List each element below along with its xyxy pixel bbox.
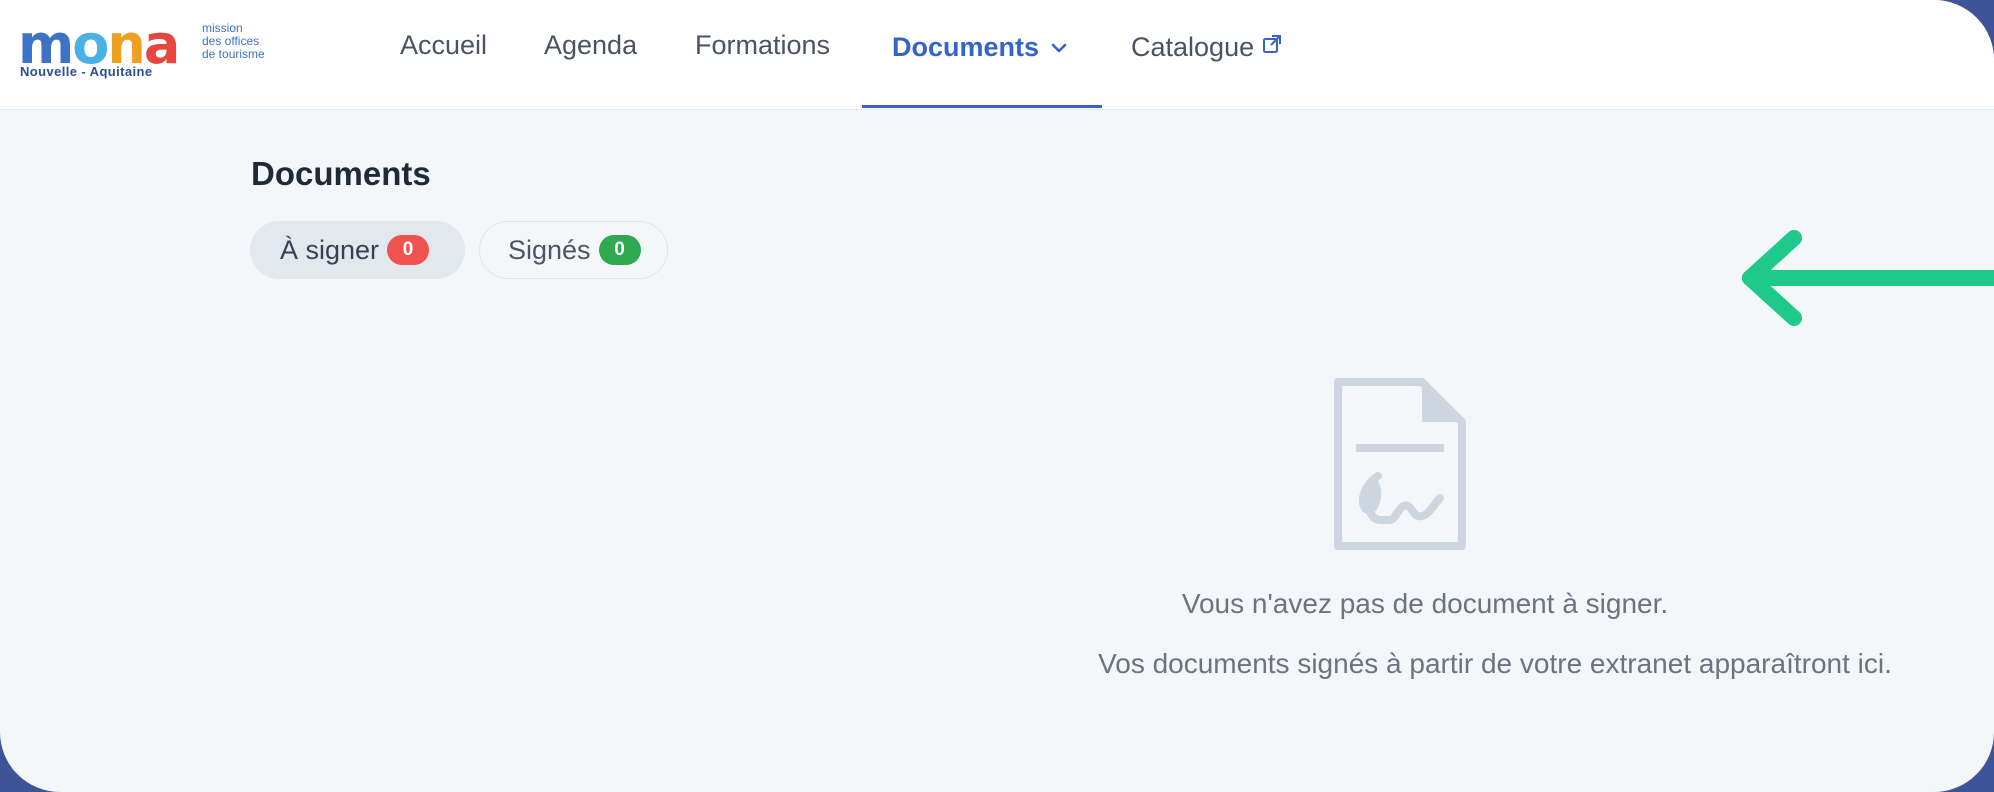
mona-logo[interactable]: mona Nouvelle - Aquitaine mission des of… bbox=[18, 18, 298, 80]
chevron-down-icon bbox=[1051, 30, 1067, 61]
logo-subtitle: Nouvelle - Aquitaine bbox=[20, 64, 153, 79]
tab-signes-label: Signés bbox=[508, 234, 591, 265]
empty-state-message: Vous n'avez pas de document à signer. bbox=[925, 588, 1925, 620]
top-navbar: mona Nouvelle - Aquitaine mission des of… bbox=[0, 0, 1994, 110]
nav-item-documents[interactable]: Documents bbox=[892, 30, 1067, 63]
tab-signes[interactable]: Signés 0 bbox=[479, 221, 668, 279]
tab-a-signer[interactable]: À signer 0 bbox=[250, 221, 465, 279]
nav-item-agenda[interactable]: Agenda bbox=[544, 30, 637, 61]
empty-state-line-2: Vos documents signés à partir de votre e… bbox=[1098, 648, 1892, 679]
left-arrow-icon bbox=[1730, 228, 1994, 333]
logo-tagline: mission des offices de tourisme bbox=[202, 22, 265, 61]
logo-tagline-line: de tourisme bbox=[202, 47, 265, 61]
nav-item-documents-label: Documents bbox=[892, 32, 1040, 62]
signed-document-icon bbox=[1330, 378, 1466, 555]
empty-state-line-1: Vous n'avez pas de document à signer. bbox=[1181, 588, 1669, 619]
count-badge-a-signer: 0 bbox=[387, 235, 430, 265]
page-title: Documents bbox=[251, 155, 431, 192]
external-link-icon bbox=[1262, 30, 1282, 61]
nav-item-formations[interactable]: Formations bbox=[695, 30, 830, 61]
app-window: mona Nouvelle - Aquitaine mission des of… bbox=[0, 0, 1994, 792]
nav-item-accueil[interactable]: Accueil bbox=[400, 30, 487, 61]
nav-item-catalogue-label: Catalogue bbox=[1131, 32, 1255, 62]
active-nav-indicator bbox=[862, 105, 1102, 108]
count-badge-signes: 0 bbox=[598, 235, 641, 265]
nav-item-catalogue[interactable]: Catalogue bbox=[1131, 30, 1282, 63]
tab-a-signer-label: À signer bbox=[280, 234, 380, 265]
empty-state-hint: Vos documents signés à partir de votre e… bbox=[995, 648, 1994, 680]
